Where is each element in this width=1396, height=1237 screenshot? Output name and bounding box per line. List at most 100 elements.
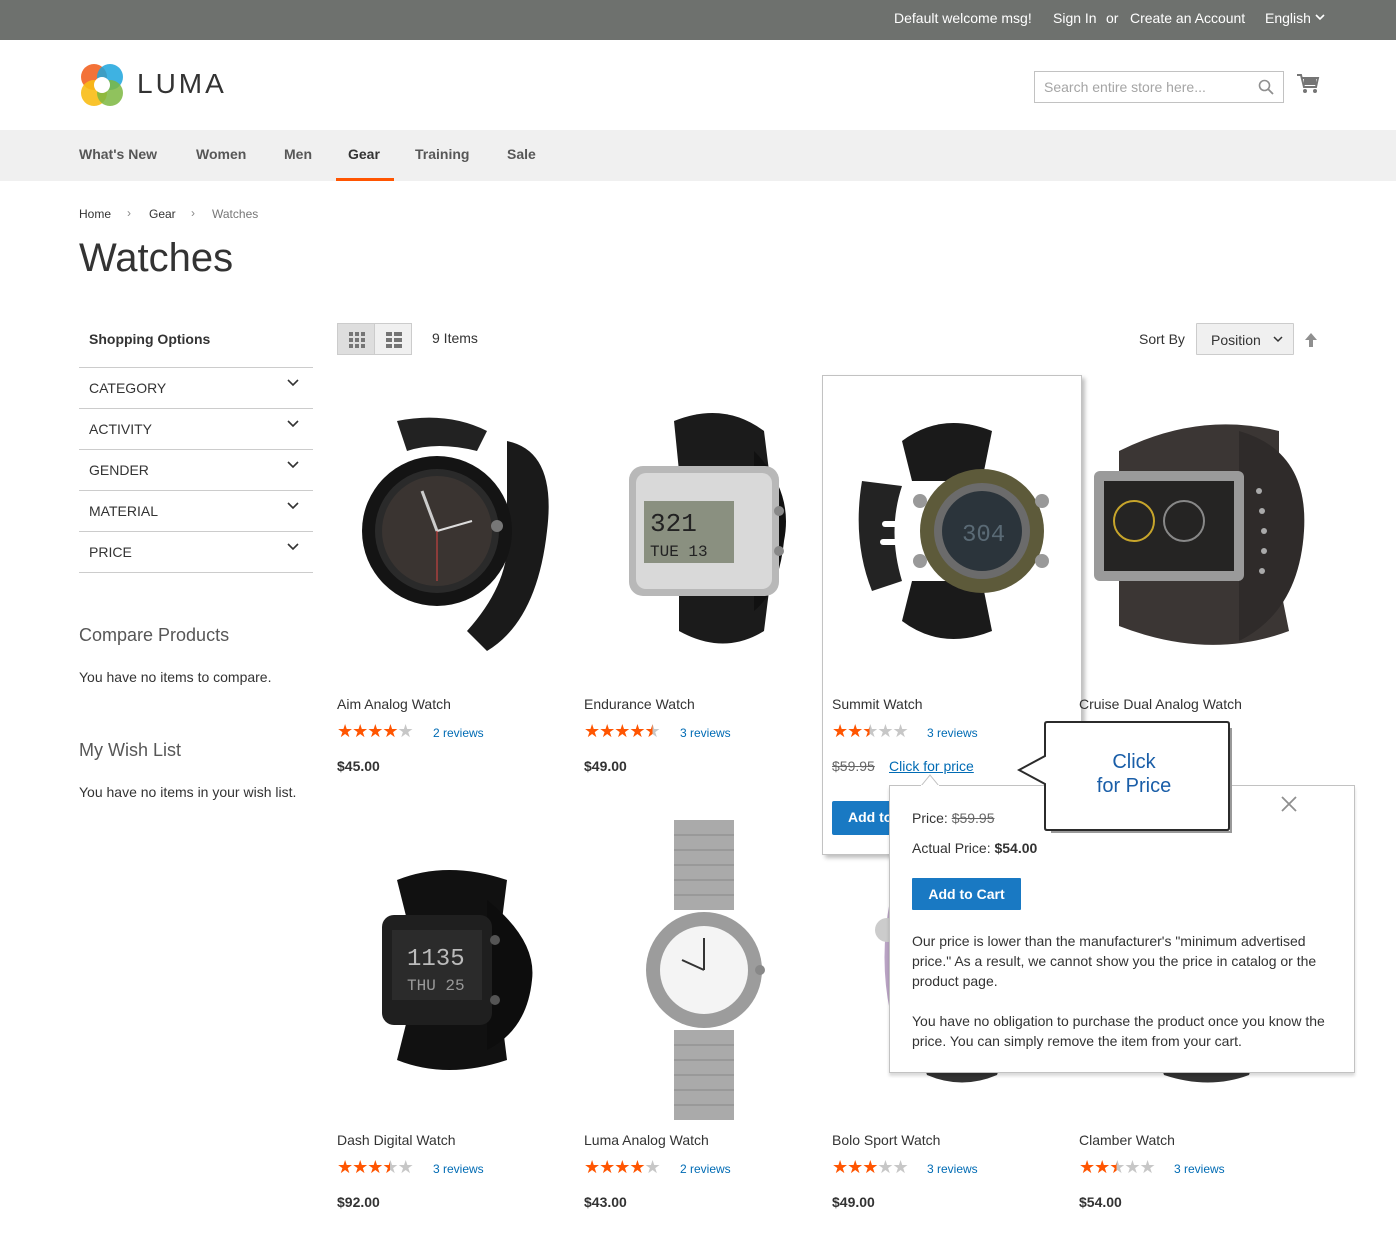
language-label: English — [1265, 10, 1311, 26]
reviews-link[interactable]: 2 reviews — [433, 726, 484, 740]
welcome-message: Default welcome msg! — [894, 10, 1032, 26]
sort-by-label: Sort By — [1139, 331, 1185, 347]
create-account-link[interactable]: Create an Account — [1130, 10, 1245, 26]
reviews-link[interactable]: 3 reviews — [1174, 1162, 1225, 1176]
filter-label: CATEGORY — [89, 380, 167, 396]
product-name[interactable]: Dash Digital Watch — [337, 1132, 456, 1148]
svg-text:321: 321 — [650, 509, 697, 539]
popup-obligation-note: You have no obligation to purchase the p… — [912, 1013, 1325, 1049]
sort-by-select[interactable]: Position — [1196, 323, 1294, 355]
language-switcher[interactable]: English — [1265, 10, 1325, 26]
callout-line-1: Click — [1112, 751, 1156, 773]
popup-actual-value: $54.00 — [994, 840, 1038, 856]
svg-text:304: 304 — [962, 522, 1005, 549]
reviews-link[interactable]: 2 reviews — [680, 1162, 731, 1176]
breadcrumb-home[interactable]: Home — [79, 207, 111, 221]
svg-text:TUE 13: TUE 13 — [650, 543, 708, 561]
rating-stars: ★★★★★ — [832, 721, 909, 741]
filter-activity[interactable]: ACTIVITY — [79, 408, 313, 449]
compare-empty-text: You have no items to compare. — [79, 669, 272, 685]
items-count: 9 Items — [432, 330, 478, 346]
compare-products-title: Compare Products — [79, 625, 230, 645]
product-price: $92.00 — [337, 1194, 380, 1210]
nav-item-training[interactable]: Training — [415, 146, 469, 162]
reviews-link[interactable]: 3 reviews — [927, 1162, 978, 1176]
product-image-endurance-watch[interactable]: 321 TUE 13 — [584, 381, 824, 681]
breadcrumb-gear[interactable]: Gear — [149, 207, 176, 221]
chevron-down-icon — [287, 543, 299, 551]
product-image-cruise-dual-analog-watch[interactable] — [1079, 381, 1319, 681]
popup-price-old: $59.95 — [951, 810, 995, 826]
product-name[interactable]: Bolo Sport Watch — [832, 1132, 940, 1148]
click-for-price-link[interactable]: Click for price — [889, 758, 974, 774]
product-image-summit-watch[interactable]: 304 — [832, 381, 1072, 681]
shopping-options-title: Shopping Options — [89, 331, 211, 347]
filter-material[interactable]: MATERIAL — [79, 490, 313, 531]
top-bar: Default welcome msg! Sign In or Create a… — [0, 0, 1396, 40]
filter-price[interactable]: PRICE — [79, 531, 313, 572]
filter-label: ACTIVITY — [89, 421, 153, 437]
chevron-down-icon — [287, 461, 299, 469]
sign-in-link[interactable]: Sign In — [1053, 10, 1097, 26]
breadcrumb-current: Watches — [212, 207, 259, 221]
logo-text[interactable]: LUMA — [137, 68, 227, 100]
product-name[interactable]: Clamber Watch — [1079, 1132, 1175, 1148]
product-image-dash-digital-watch[interactable]: 1135 THU 25 — [337, 820, 577, 1120]
callout-line-2: for Price — [1096, 775, 1172, 797]
product-image-luma-analog-watch[interactable] — [584, 820, 824, 1120]
popup-arrow — [921, 774, 939, 786]
product-name[interactable]: Summit Watch — [832, 696, 923, 712]
filter-gender[interactable]: GENDER — [79, 449, 313, 490]
chevron-down-icon — [1315, 14, 1325, 21]
product-image-aim-analog-watch[interactable] — [337, 381, 577, 681]
grid-icon — [349, 332, 365, 348]
product-price: $45.00 — [337, 758, 380, 774]
product-name[interactable]: Luma Analog Watch — [584, 1132, 709, 1148]
search-input[interactable] — [1035, 72, 1245, 102]
search-icon[interactable] — [1258, 79, 1274, 95]
popup-actual-label: Actual Price: — [912, 840, 991, 856]
reviews-link[interactable]: 3 reviews — [680, 726, 731, 740]
nav-item-gear[interactable]: Gear — [348, 146, 380, 162]
product-name[interactable]: Endurance Watch — [584, 696, 695, 712]
rating-stars: ★★★★★ — [584, 721, 661, 741]
rating-stars: ★★★★★ — [1079, 1157, 1156, 1177]
nav-item-women[interactable]: Women — [196, 146, 246, 162]
nav-item-sale[interactable]: Sale — [507, 146, 536, 162]
popup-actual-price: Actual Price: $54.00 — [912, 840, 1037, 856]
breadcrumb-separator-icon: › — [127, 206, 131, 220]
popup-price: Price: $59.95 — [912, 810, 995, 826]
svg-text:1135: 1135 — [407, 946, 465, 973]
product-price: $43.00 — [584, 1194, 627, 1210]
popup-add-to-cart-button[interactable]: Add to Cart — [912, 878, 1021, 910]
filter-category[interactable]: CATEGORY — [79, 367, 313, 408]
luma-logo-icon[interactable] — [79, 62, 125, 108]
chevron-down-icon — [287, 379, 299, 387]
popup-explanation: Our price is lower than the manufacturer… — [912, 933, 1317, 989]
list-view-button[interactable] — [374, 323, 412, 355]
product-price: $54.00 — [1079, 1194, 1122, 1210]
chevron-down-icon — [287, 502, 299, 510]
wishlist-empty-text: You have no items in your wish list. — [79, 784, 297, 800]
nav-item-whats-new[interactable]: What's New — [79, 146, 157, 162]
reviews-link[interactable]: 3 reviews — [433, 1162, 484, 1176]
old-price: $59.95 — [832, 758, 875, 774]
list-icon — [386, 332, 402, 348]
rating-stars: ★★★★★ — [832, 1157, 909, 1177]
nav-item-men[interactable]: Men — [284, 146, 312, 162]
product-name[interactable]: Aim Analog Watch — [337, 696, 451, 712]
cart-icon[interactable] — [1296, 73, 1320, 95]
close-icon[interactable] — [1280, 795, 1298, 813]
product-name[interactable]: Cruise Dual Analog Watch — [1079, 696, 1242, 712]
or-text: or — [1106, 10, 1119, 26]
product-price: $49.00 — [584, 758, 627, 774]
sort-direction-arrow-icon[interactable] — [1304, 332, 1318, 348]
chevron-down-icon — [1273, 336, 1283, 343]
wishlist-title: My Wish List — [79, 740, 182, 760]
reviews-link[interactable]: 3 reviews — [927, 726, 978, 740]
grid-view-button[interactable] — [337, 323, 375, 355]
filter-label: GENDER — [89, 462, 149, 478]
filter-label: MATERIAL — [89, 503, 158, 519]
svg-text:THU 25: THU 25 — [407, 977, 465, 995]
rating-stars: ★★★★★ — [337, 721, 414, 741]
